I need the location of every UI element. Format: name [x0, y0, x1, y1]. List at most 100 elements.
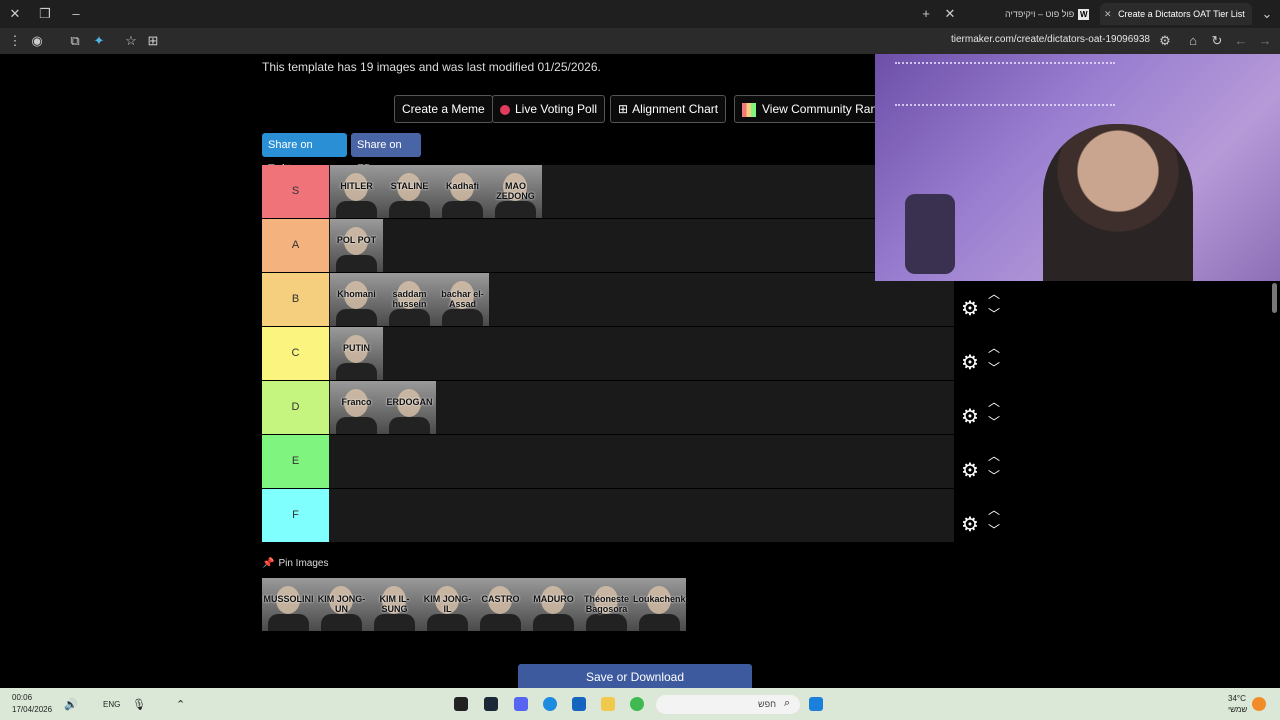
windows-start-icon[interactable] — [809, 697, 823, 711]
steam-icon[interactable] — [484, 697, 498, 711]
tier-row[interactable]: C PUTIN — [262, 327, 954, 381]
wikipedia-favicon-icon: W — [1078, 9, 1090, 21]
chevron-up-icon[interactable]: ︿ — [987, 395, 1001, 409]
home-icon[interactable]: ⌂ — [1184, 32, 1202, 50]
community-rank-button[interactable]: View Community Rank — [734, 95, 892, 123]
chevron-down-icon[interactable]: ﹀ — [987, 361, 1001, 375]
new-tab-icon[interactable]: + — [917, 5, 935, 23]
tier-item-image[interactable]: saddam hussein — [383, 273, 436, 326]
chevron-up-icon[interactable]: ︿ — [987, 287, 1001, 301]
volume-icon[interactable]: 🔊 — [64, 698, 78, 711]
tier-row[interactable]: F — [262, 489, 954, 543]
page-scrollbar[interactable] — [1268, 283, 1280, 688]
gear-icon[interactable]: ⚙ — [959, 460, 981, 482]
alignment-chart-button[interactable]: ⊞ Alignment Chart — [610, 95, 727, 123]
chevron-down-icon[interactable]: ﹀ — [987, 523, 1001, 537]
tier-item-image[interactable]: Khomani — [330, 273, 383, 326]
tab-tiermaker[interactable]: ✕ Create a Dictators OAT Tier List — [1100, 3, 1252, 25]
url-field[interactable]: tiermaker.com/create/dictators-oat-19096… — [951, 34, 1150, 45]
tier-item-image[interactable]: MAO ZEDONG — [489, 165, 542, 218]
tab-wikipedia[interactable]: פול פוט – ויקיפדיה W — [1005, 3, 1095, 25]
back-icon[interactable]: → — [1256, 32, 1274, 50]
tier-item-image[interactable]: Kadhafi — [436, 165, 489, 218]
bookmark-star-icon[interactable]: ☆ — [122, 32, 140, 50]
pool-item-image[interactable]: KIM JONG-IL — [421, 578, 474, 631]
chevron-down-icon[interactable]: ﹀ — [987, 307, 1001, 321]
tier-row[interactable]: S HITLER STALINE Kadhafi MAO ZEDONG — [262, 165, 954, 219]
chevron-up-icon[interactable]: ︿ — [987, 503, 1001, 517]
tier-label[interactable]: D — [262, 381, 329, 434]
chrome-icon[interactable] — [630, 697, 644, 711]
portrait-body — [336, 201, 377, 218]
pool-item-image[interactable]: KIM JONG-UN — [315, 578, 368, 631]
pool-item-image[interactable]: CASTRO — [474, 578, 527, 631]
app-icon[interactable] — [454, 697, 468, 711]
tier-label[interactable]: E — [262, 435, 329, 488]
chevron-up-icon[interactable]: ︿ — [987, 341, 1001, 355]
language-indicator[interactable]: ENG — [103, 700, 120, 709]
tier-item-image[interactable]: PUTIN — [330, 327, 383, 380]
pool-item-image[interactable]: KIM IL-SUNG — [368, 578, 421, 631]
tier-label[interactable]: S — [262, 165, 329, 218]
store-icon[interactable] — [572, 697, 586, 711]
tier-item-image[interactable]: POL POT — [330, 219, 383, 272]
app-icon[interactable]: ✦ — [90, 32, 108, 50]
tier-row[interactable]: A POL POT — [262, 219, 954, 273]
microphone-icon[interactable]: 🎙 — [132, 698, 146, 711]
tier-label[interactable]: B — [262, 273, 329, 326]
close-window-icon[interactable]: ✕ — [6, 5, 24, 23]
tier-label[interactable]: A — [262, 219, 329, 272]
tier-item-image[interactable]: STALINE — [383, 165, 436, 218]
extensions-icon[interactable]: ⧉ — [66, 32, 84, 50]
menu-dots-icon[interactable]: ⋮ — [6, 32, 24, 50]
translate-icon[interactable]: ⊞ — [144, 32, 162, 50]
tier-item-image[interactable]: Franco — [330, 381, 383, 434]
tab-menu-icon[interactable]: ⌄ — [1258, 5, 1276, 23]
gear-icon[interactable]: ⚙ — [959, 298, 981, 320]
pool-item-image[interactable]: Théoneste Bagosora — [580, 578, 633, 631]
taskbar-search[interactable]: חפש — [656, 695, 800, 714]
tier-row[interactable]: D Franco ERDOGAN — [262, 381, 954, 435]
file-explorer-icon[interactable] — [601, 697, 615, 711]
create-meme-button[interactable]: Create a Meme — [394, 95, 493, 123]
share-fb-button[interactable]: Share on FB — [351, 133, 421, 175]
chevron-up-icon[interactable]: ⌃ — [176, 698, 185, 711]
tier-label[interactable]: F — [262, 489, 329, 542]
tier-item-image[interactable]: HITLER — [330, 165, 383, 218]
portrait-body — [495, 201, 536, 218]
gear-icon[interactable]: ⚙ — [959, 406, 981, 428]
scrollbar-thumb[interactable] — [1272, 283, 1277, 313]
tier-label[interactable]: C — [262, 327, 329, 380]
restore-window-icon[interactable]: ❐ — [36, 5, 54, 23]
tier-row[interactable]: E — [262, 435, 954, 489]
live-voting-poll-button[interactable]: Live Voting Poll — [492, 95, 606, 123]
close-tab-icon[interactable]: ✕ — [941, 5, 959, 23]
item-caption: Khomani — [337, 289, 376, 299]
chevron-up-icon[interactable]: ︿ — [987, 449, 1001, 463]
pin-images-toggle[interactable]: 📌 Pin Images — [262, 558, 328, 569]
save-download-button[interactable]: Save or Download — [518, 664, 752, 688]
chevron-down-icon[interactable]: ﹀ — [987, 469, 1001, 483]
profile-icon[interactable]: ◉ — [28, 32, 46, 50]
item-caption: Théoneste Bagosora — [583, 594, 629, 614]
pool-item-image[interactable]: MADURO — [527, 578, 580, 631]
pool-item-image[interactable]: MUSSOLINI — [262, 578, 315, 631]
tier-item-image[interactable]: bachar el-Assad — [436, 273, 489, 326]
weather-temp[interactable]: 34°C — [1228, 694, 1246, 703]
site-settings-icon[interactable]: ⚙ — [1156, 32, 1174, 50]
forward-icon[interactable]: ← — [1232, 32, 1250, 50]
gear-icon[interactable]: ⚙ — [959, 514, 981, 536]
tier-item-image[interactable]: ERDOGAN — [383, 381, 436, 434]
pool-item-image[interactable]: Loukachenko — [633, 578, 686, 631]
chevron-down-icon[interactable]: ﹀ — [987, 415, 1001, 429]
minimize-window-icon[interactable]: – — [67, 5, 85, 23]
notification-icon[interactable] — [1252, 697, 1266, 711]
tier-row[interactable]: B Khomani saddam hussein bachar el-Assad — [262, 273, 954, 327]
share-twitter-button[interactable]: Share on Twitter — [262, 133, 347, 175]
reload-icon[interactable]: ↻ — [1208, 32, 1226, 50]
gear-icon[interactable]: ⚙ — [959, 352, 981, 374]
discord-icon[interactable] — [514, 697, 528, 711]
edge-icon[interactable] — [543, 697, 557, 711]
close-tab-icon[interactable]: ✕ — [1104, 9, 1112, 19]
item-caption: Loukachenko — [633, 594, 686, 604]
